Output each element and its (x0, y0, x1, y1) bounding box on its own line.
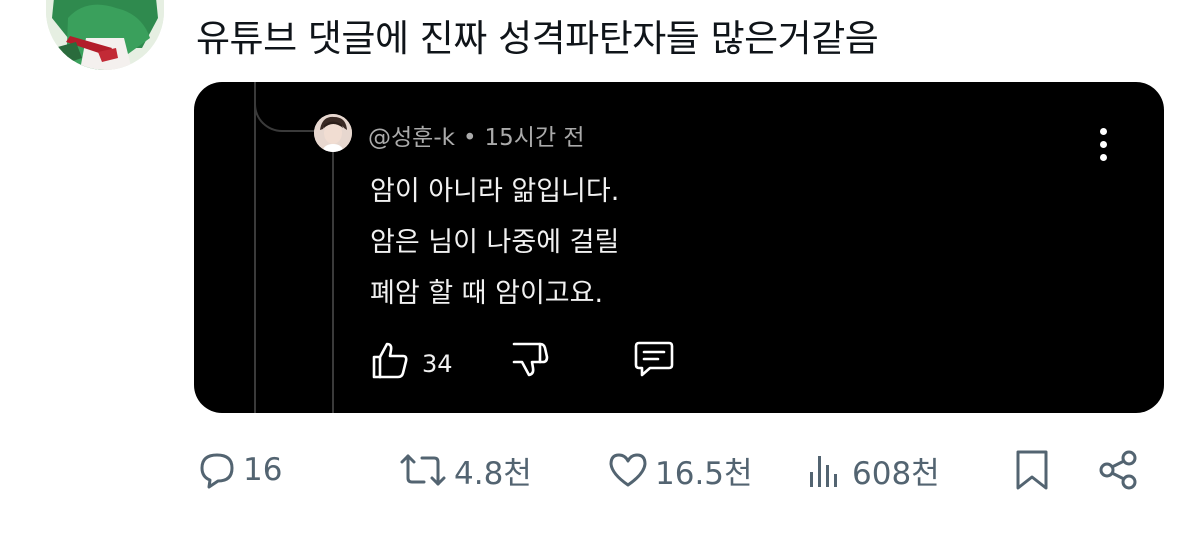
comment-line: 암은 님이 나중에 걸릴 (370, 227, 620, 258)
comment-like-count: 34 (422, 350, 453, 378)
thread-line (332, 132, 334, 413)
meta-separator: • (462, 125, 477, 151)
reply-icon[interactable] (632, 340, 676, 384)
repost-count: 4.8천 (454, 455, 532, 492)
comment-body: 암이 아니라 앎입니다. 암은 님이 나중에 걸릴 폐암 할 때 암이고요. (370, 166, 619, 319)
reply-button[interactable]: 16 (197, 448, 282, 492)
thread-connector (254, 82, 318, 132)
like-button[interactable]: 16.5천 (607, 448, 753, 492)
comment-time: 15시간 전 (484, 125, 585, 151)
view-count: 608천 (852, 455, 940, 492)
author-avatar[interactable] (46, 0, 164, 70)
repost-icon (400, 454, 446, 486)
like-count: 16.5천 (655, 455, 753, 492)
comment-line: 폐암 할 때 암이고요. (370, 278, 604, 309)
share-icon (1099, 450, 1137, 490)
thumbs-down-icon[interactable] (510, 340, 550, 384)
views-icon (810, 456, 837, 487)
bookmark-button[interactable] (1012, 448, 1052, 492)
commenter-username[interactable]: @성훈-k (368, 125, 455, 151)
bookmark-icon (1016, 450, 1048, 490)
comment-icon (200, 453, 234, 489)
thread-line (254, 82, 256, 413)
repost-button[interactable]: 4.8천 (398, 448, 532, 492)
commenter-avatar[interactable] (314, 114, 352, 152)
comment-meta: @성훈-k • 15시간 전 (368, 118, 585, 152)
share-button[interactable] (1096, 448, 1140, 492)
embedded-comment-screenshot[interactable]: @성훈-k • 15시간 전 암이 아니라 앎입니다. 암은 님이 나중에 걸릴 폐… (194, 82, 1164, 413)
views-button[interactable]: 608천 (806, 448, 940, 492)
kebab-icon[interactable] (1096, 128, 1110, 162)
reply-count: 16 (243, 452, 283, 488)
thumbs-up-icon[interactable] (370, 340, 410, 384)
comment-line: 암이 아니라 앎입니다. (370, 176, 620, 207)
post-text: 유튜브 댓글에 진짜 성격파탄자들 많은거같음 (196, 17, 879, 60)
heart-icon (609, 453, 647, 487)
post-card: 유튜브 댓글에 진짜 성격파탄자들 많은거같음 @성훈-k • 15시간 전 암이 … (0, 0, 1200, 540)
